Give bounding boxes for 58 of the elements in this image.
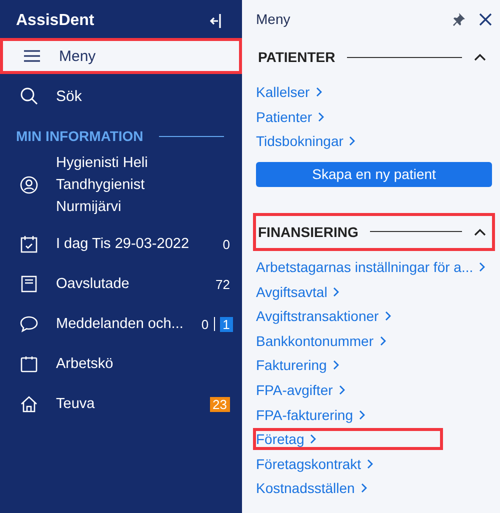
caret-icon bbox=[474, 53, 486, 61]
profile-item[interactable]: Hygienisti Heli Tandhygienist Nurmijärvi bbox=[0, 148, 242, 224]
menu-link[interactable]: Avgiftstransaktioner bbox=[253, 305, 398, 328]
menu-icon bbox=[23, 49, 41, 63]
nav-item[interactable]: Teuva 23 bbox=[0, 384, 242, 424]
count-label: 0 bbox=[201, 316, 209, 332]
nav-item[interactable]: I dag Tis 29-03-2022 0 bbox=[0, 224, 242, 264]
menu-link[interactable]: FPA-fakturering bbox=[253, 404, 372, 426]
chevron-right-icon bbox=[384, 311, 391, 322]
app-title: AssisDent bbox=[16, 12, 94, 30]
menu-link[interactable]: Företag bbox=[253, 428, 443, 450]
menu-link[interactable]: Kostnadsställen bbox=[253, 477, 374, 500]
menu-link[interactable]: Fakturering bbox=[253, 354, 346, 376]
search-icon bbox=[20, 87, 38, 105]
chevron-right-icon bbox=[367, 458, 374, 469]
count-badge: 23 bbox=[210, 396, 230, 412]
chevron-right-icon bbox=[479, 262, 486, 272]
chevron-right-icon bbox=[318, 112, 324, 122]
panel-title: Meny bbox=[256, 11, 292, 27]
menu-link[interactable]: Patienter bbox=[253, 106, 332, 128]
section-header[interactable]: FINANSIERING bbox=[253, 212, 496, 251]
menu-link[interactable]: Bankkontonummer bbox=[253, 330, 393, 352]
count-label: 72 bbox=[216, 276, 230, 292]
pin-icon[interactable] bbox=[453, 12, 466, 26]
menu-link[interactable]: Arbetstagarnas inställningar för a... bbox=[253, 256, 492, 278]
nav-item[interactable]: Sök bbox=[0, 78, 242, 114]
menu-link[interactable]: Tidsbokningar bbox=[253, 130, 362, 152]
chevron-right-icon bbox=[316, 87, 322, 98]
calendar-check-icon bbox=[20, 235, 38, 253]
menu-link[interactable]: Avgiftsavtal bbox=[253, 280, 346, 303]
nav-item[interactable]: Arbetskö bbox=[0, 344, 242, 384]
document-icon bbox=[20, 275, 38, 293]
menu-link[interactable]: FPA-avgifter bbox=[253, 379, 352, 402]
chevron-right-icon bbox=[333, 286, 340, 297]
chevron-right-icon bbox=[310, 434, 316, 444]
home-icon bbox=[20, 395, 38, 413]
count-label: 0 bbox=[222, 236, 230, 252]
caret-icon bbox=[474, 228, 486, 236]
menu-link[interactable]: Företagskontrakt bbox=[253, 452, 380, 475]
chevron-right-icon bbox=[338, 385, 345, 396]
nav-item[interactable]: Meny bbox=[0, 38, 242, 74]
nav-item[interactable]: Meddelanden och... 0 1 bbox=[0, 304, 242, 344]
user-icon bbox=[20, 176, 38, 194]
section-heading: MIN INFORMATION bbox=[16, 128, 144, 144]
chevron-right-icon bbox=[360, 483, 367, 494]
nav-item[interactable]: Oavslutade 72 bbox=[0, 264, 242, 304]
collapse-sidebar-icon[interactable] bbox=[210, 13, 222, 29]
chevron-right-icon bbox=[359, 410, 365, 420]
chevron-right-icon bbox=[380, 336, 386, 346]
chevron-right-icon bbox=[349, 136, 356, 146]
count-badge: 1 bbox=[220, 316, 233, 332]
chevron-right-icon bbox=[332, 360, 339, 370]
create-patient-button[interactable]: Skapa en ny patient bbox=[256, 162, 492, 187]
close-icon[interactable] bbox=[479, 12, 492, 26]
menu-link[interactable]: Kallelser bbox=[253, 81, 329, 104]
clipboard-icon bbox=[20, 355, 38, 373]
section-header[interactable]: PATIENTER bbox=[253, 38, 496, 76]
chat-bubble-icon bbox=[20, 315, 38, 333]
